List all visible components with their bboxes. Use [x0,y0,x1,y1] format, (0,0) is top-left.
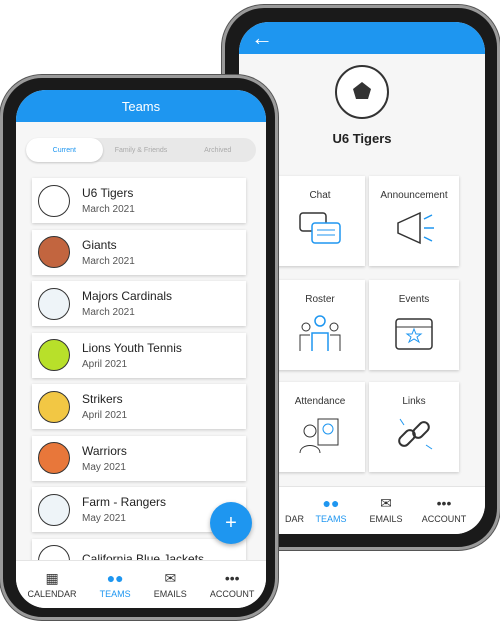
nav-label: DAR [285,514,305,524]
tennis-ball-icon [38,339,70,371]
envelope-icon: ✉ [380,495,392,511]
teams-icon: ●● [106,570,124,586]
calendar-icon [395,318,433,350]
team-name: Warriors [82,443,127,458]
tile-label: Announcement [380,190,448,201]
team-name: Giants [82,237,117,252]
add-team-button[interactable]: + [210,502,252,544]
bottom-nav: ▦ CALENDAR ●● TEAMS ✉ EMAILS ••• ACCOUNT [16,560,266,608]
nav-label: TEAMS [99,589,131,599]
nav-calendar[interactable]: ▦ CALENDAR [28,570,77,599]
team-name: Farm - Rangers [82,495,167,509]
tile-announcement[interactable]: Announcement [369,176,459,266]
tile-attendance[interactable]: Attendance [275,382,365,472]
tile-roster[interactable]: Roster [275,280,365,370]
calendar-icon: ▦ [45,570,59,586]
volleyball-ball-icon [38,390,70,423]
nav-label: EMAILS [369,514,403,524]
nav-calendar[interactable]: ▦DAR [255,495,305,524]
nav-emails[interactable]: ✉ EMAILS [369,495,402,524]
tab-family-friends[interactable]: Family & Friends [103,138,180,162]
tile-links[interactable]: Links [369,382,459,472]
team-date: March 2021 [82,255,135,267]
front-phone: Teams Current Family & Friends Archived … [0,75,278,620]
tile-chat[interactable]: Chat [275,176,365,266]
envelope-icon: ✉ [164,570,177,586]
nav-account[interactable]: ••• ACCOUNT [422,495,467,524]
tab-current[interactable]: Current [26,138,103,162]
arrow-left-icon[interactable]: ← [251,25,273,51]
megaphone-icon [397,211,434,245]
team-name: Strikers [82,392,123,406]
team-card[interactable]: U6 Tigers March 2021 [32,178,246,223]
team-name: U6 Tigers [82,186,134,200]
teams-screen: Teams Current Family & Friends Archived … [16,90,266,608]
football-ball-icon [38,236,70,268]
tab-bar: Current Family & Friends Archived [26,138,256,162]
nav-label: CALENDAR [27,589,77,599]
tile-label: Events [398,294,430,305]
nav-teams[interactable]: ●● TEAMS [100,570,131,599]
page-title: Teams [121,98,161,114]
team-date: March 2021 [82,307,135,318]
header: Teams [16,90,266,122]
baseball-ball-icon [38,493,70,526]
people-icon [299,315,341,351]
tab-archived[interactable]: Archived [179,138,256,162]
nav-label: EMAILS [153,589,187,599]
more-icon: ••• [436,495,452,511]
team-card[interactable]: Majors Cardinals March 2021 [32,281,246,326]
header: ← [239,22,485,54]
team-date: April 2021 [82,410,128,421]
team-date: May 2021 [82,513,126,524]
tile-label: Roster [305,294,335,305]
nav-teams[interactable]: ●● TEAMS [315,495,346,524]
soccer-ball-icon [38,184,70,217]
link-icon [398,418,433,450]
team-card[interactable]: Warriors May 2021 [32,435,246,481]
tile-label: Chat [309,190,331,201]
team-card[interactable]: Strikers April 2021 [32,384,246,429]
team-name: Majors Cardinals [82,289,173,303]
team-date: May 2021 [82,461,126,473]
basketball-ball-icon [38,442,70,474]
tile-label: Links [402,396,426,407]
soccer-ball-icon [335,65,389,119]
team-card[interactable]: Lions Youth Tennis April 2021 [32,332,246,378]
clipboard-icon [299,418,339,454]
team-date: March 2021 [82,204,135,215]
nav-label: TEAMS [315,514,347,524]
team-name: Lions Youth Tennis [82,340,182,355]
nav-account[interactable]: ••• ACCOUNT [210,570,255,599]
baseball-ball-icon [38,287,70,320]
team-date: April 2021 [82,358,128,370]
nav-label: ACCOUNT [421,514,467,524]
nav-label: ACCOUNT [209,589,255,599]
more-icon: ••• [224,570,240,586]
tile-events[interactable]: Events [369,280,459,370]
nav-emails[interactable]: ✉ EMAILS [154,570,187,599]
teams-icon: ●● [322,495,340,511]
team-card[interactable]: Giants March 2021 [32,229,246,275]
chat-icon [299,212,341,244]
tile-label: Attendance [294,396,346,407]
